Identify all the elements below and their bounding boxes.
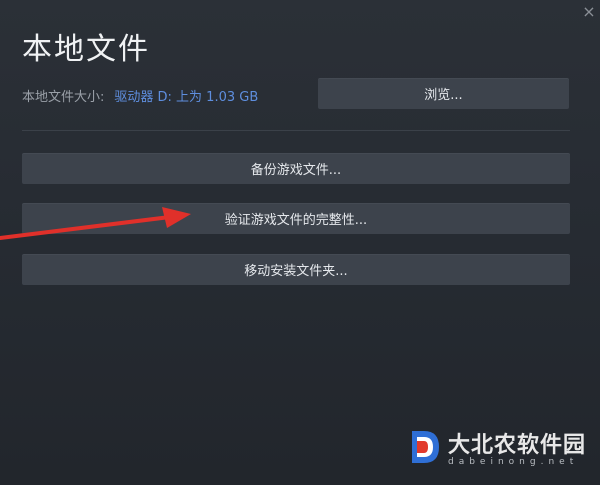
verify-game-files-button[interactable]: 验证游戏文件的完整性...: [22, 203, 570, 234]
close-button[interactable]: ×: [578, 0, 600, 22]
page-title: 本地文件: [22, 32, 150, 67]
browse-button[interactable]: 浏览...: [318, 78, 569, 109]
watermark-domain: dabeinong.net: [447, 457, 579, 467]
move-install-folder-button[interactable]: 移动安装文件夹...: [22, 254, 570, 285]
divider: [22, 130, 570, 131]
local-size-row: 本地文件大小: 驱动器 D: 上为 1.03 GB: [22, 86, 258, 105]
watermark-logo-icon: [411, 431, 439, 463]
local-size-value: 驱动器 D: 上为 1.03 GB: [114, 90, 259, 105]
watermark: 大北农软件园 dabeinong.net: [408, 427, 586, 467]
close-icon: ×: [582, 1, 596, 21]
watermark-text: 大北农软件园: [447, 433, 586, 458]
annotation-arrow-icon: [0, 207, 191, 240]
backup-game-files-button[interactable]: 备份游戏文件...: [22, 153, 570, 184]
local-size-label: 本地文件大小:: [22, 90, 105, 105]
